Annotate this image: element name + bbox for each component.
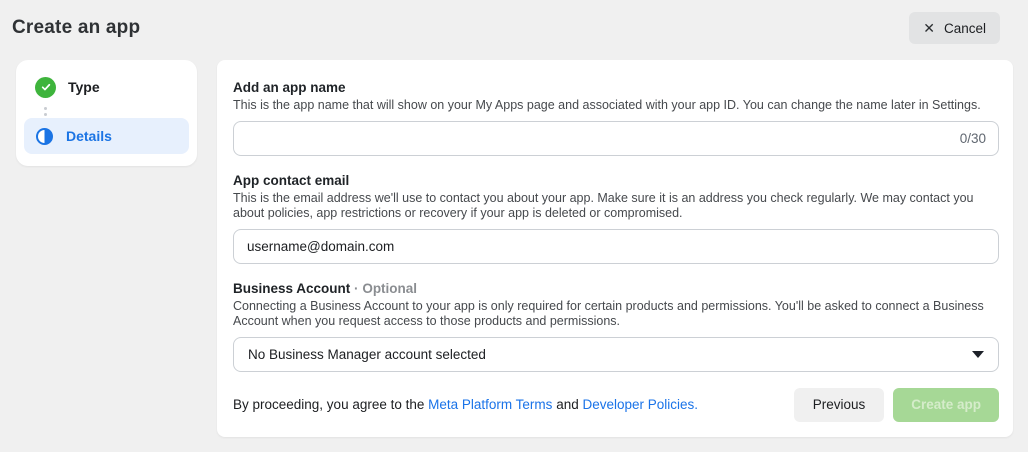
page-title: Create an app <box>12 17 140 39</box>
label-separator: · <box>354 281 359 296</box>
half-filled-circle-icon <box>36 128 53 145</box>
chevron-down-icon <box>972 351 984 358</box>
business-account-description: Connecting a Business Account to your ap… <box>233 299 999 330</box>
stepper-sidebar: Type Details <box>16 60 197 166</box>
agreement-middle: and <box>552 397 582 412</box>
step-item-details[interactable]: Details <box>24 118 189 154</box>
contact-email-section: App contact email This is the email addr… <box>233 172 999 264</box>
optional-badge: Optional <box>362 281 417 296</box>
step-label-type: Type <box>68 79 100 95</box>
contact-email-input[interactable] <box>233 229 999 264</box>
previous-button[interactable]: Previous <box>794 388 885 422</box>
cancel-button-label: Cancel <box>944 21 986 36</box>
create-app-button[interactable]: Create app <box>893 388 999 422</box>
app-name-description: This is the app name that will show on y… <box>233 98 999 114</box>
contact-email-label: App contact email <box>233 172 999 189</box>
developer-policies-link[interactable]: Developer Policies. <box>582 397 698 412</box>
form-footer: By proceeding, you agree to the Meta Pla… <box>233 388 999 422</box>
app-name-section: Add an app name This is the app name tha… <box>233 79 999 156</box>
business-account-section: Business Account · Optional Connecting a… <box>233 280 999 372</box>
business-account-dropdown[interactable]: No Business Manager account selected <box>233 337 999 372</box>
contact-email-description: This is the email address we'll use to c… <box>233 191 999 222</box>
business-account-label: Business Account · Optional <box>233 280 999 297</box>
agreement-text: By proceeding, you agree to the Meta Pla… <box>233 397 698 412</box>
meta-platform-terms-link[interactable]: Meta Platform Terms <box>428 397 552 412</box>
business-account-selected-value: No Business Manager account selected <box>248 347 486 362</box>
business-account-label-text: Business Account <box>233 281 350 296</box>
step-label-details: Details <box>66 128 112 144</box>
create-app-form-card: Add an app name This is the app name tha… <box>217 60 1013 437</box>
app-name-label: Add an app name <box>233 79 999 96</box>
check-circle-icon <box>35 77 56 98</box>
step-item-type[interactable]: Type <box>24 69 189 105</box>
cancel-button[interactable]: ✕ Cancel <box>909 12 1000 44</box>
close-icon: ✕ <box>923 21 935 35</box>
step-connector-dots <box>24 105 189 118</box>
app-name-input[interactable] <box>233 121 999 156</box>
agreement-prefix: By proceeding, you agree to the <box>233 397 428 412</box>
